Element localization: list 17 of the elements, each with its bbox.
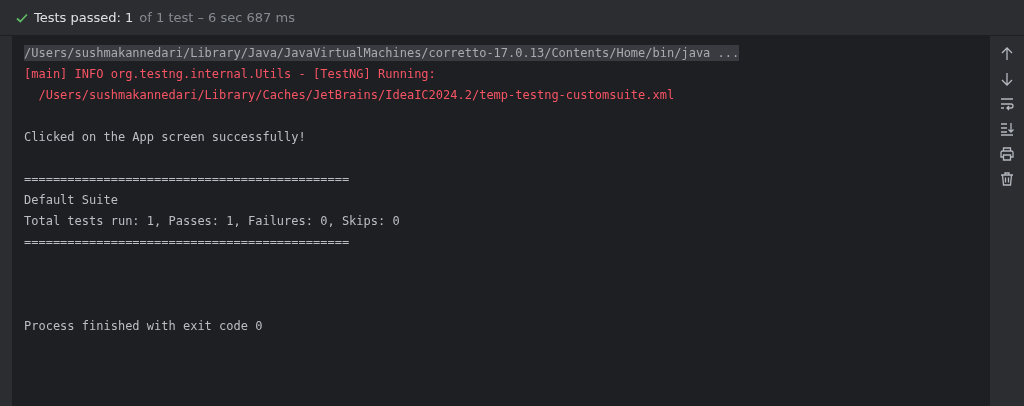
test-status: Tests passed: 1 (34, 10, 134, 25)
output-line: Clicked on the App screen successfully! (24, 129, 306, 144)
trash-icon[interactable] (999, 171, 1015, 187)
output-line: Default Suite (24, 192, 118, 207)
down-arrow-icon[interactable] (999, 71, 1015, 87)
print-icon[interactable] (999, 146, 1015, 162)
error-line: /Users/sushmakannedari/Library/Caches/JetBrains/IdeaIC2024.2/temp-testng-customsuite.xml (37, 87, 675, 102)
scroll-to-end-icon[interactable] (999, 121, 1015, 137)
soft-wrap-icon[interactable] (999, 96, 1015, 112)
error-line: [main] INFO org.testng.internal.Utils - [TestNG] Running: (24, 66, 436, 81)
up-arrow-icon[interactable] (999, 46, 1015, 62)
output-line: ============================================= (24, 234, 350, 249)
output-line: Process finished with exit code 0 (24, 318, 263, 333)
test-summary: of 1 test – 6 sec 687 ms (139, 10, 295, 25)
output-line: ============================================= (24, 171, 350, 186)
check-icon (16, 12, 28, 23)
output-line: Total tests run: 1, Passes: 1, Failures: 0, Skips: 0 (24, 213, 400, 228)
